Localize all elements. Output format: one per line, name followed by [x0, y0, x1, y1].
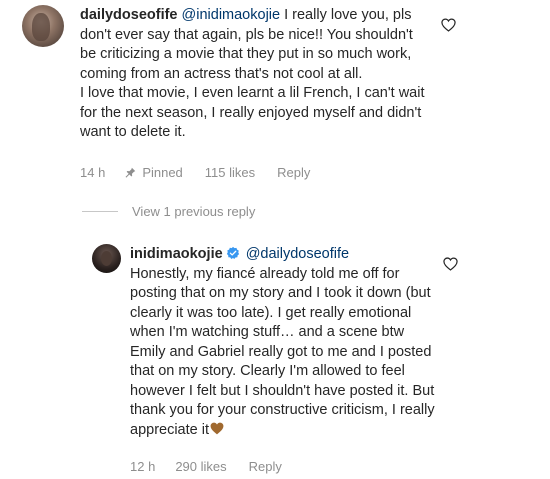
view-previous-label[interactable]: View 1 previous reply — [132, 204, 255, 219]
like-heart-icon[interactable] — [443, 257, 458, 271]
pinned-label: Pinned — [125, 165, 183, 180]
comment-mention[interactable]: @dailydoseofife — [246, 246, 349, 262]
comment-username[interactable]: dailydoseofife — [80, 7, 178, 23]
comment-meta: 14 h Pinned 115 likes Reply — [80, 165, 310, 180]
view-previous-replies[interactable]: View 1 previous reply — [82, 204, 255, 219]
pinned-text: Pinned — [142, 165, 183, 180]
comment-username[interactable]: inidimaokojie — [130, 246, 223, 262]
comment-text: dailydoseofife @inidimaokojie I really l… — [80, 6, 432, 143]
comment-body-continued: I love that movie, I even learnt a lil F… — [80, 85, 425, 140]
likes-count[interactable]: 115 likes — [205, 165, 255, 180]
comment-timestamp: 14 h — [80, 165, 106, 180]
comment-mention[interactable]: @inidimaokojie — [182, 7, 281, 23]
comment-body: Honestly, my fiancé already told me off … — [130, 265, 435, 438]
like-heart-icon[interactable] — [441, 18, 456, 32]
comment-meta: 12 h 290 likes Reply — [130, 459, 282, 474]
pin-icon — [125, 167, 136, 178]
brown-heart-emoji-icon — [210, 422, 224, 434]
comment-text: inidimaokojie @dailydoseofife Honestly, … — [130, 245, 440, 440]
reply-button[interactable]: Reply — [249, 459, 282, 474]
divider-line — [82, 211, 118, 212]
verified-badge-icon — [226, 246, 239, 260]
reply-button[interactable]: Reply — [277, 165, 310, 180]
avatar[interactable] — [22, 5, 64, 47]
likes-count[interactable]: 290 likes — [175, 459, 226, 474]
avatar[interactable] — [92, 244, 121, 273]
comment-timestamp: 12 h — [130, 459, 156, 474]
